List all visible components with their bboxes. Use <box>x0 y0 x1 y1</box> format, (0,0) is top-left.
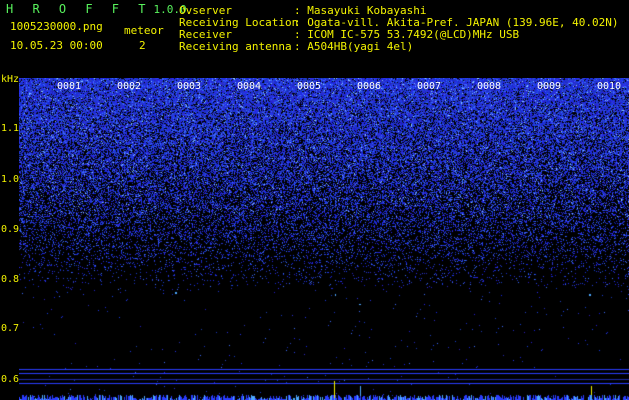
column-label: 0003 <box>177 81 202 92</box>
axis-tick: 1.0 <box>1 174 20 185</box>
meteor-label: meteor <box>124 24 164 37</box>
column-label: 0001 <box>57 81 82 92</box>
meteor-count: 2 <box>139 39 146 52</box>
file-name: 1005230000.png <box>10 20 103 33</box>
column-label: 0002 <box>117 81 142 92</box>
axis-unit: kHz <box>1 74 20 85</box>
label-antenna: Receiving antenna <box>179 40 292 53</box>
axis-tick: 0.9 <box>1 224 20 235</box>
column-label: 0008 <box>477 81 502 92</box>
app-name: H R O F F T <box>6 2 152 16</box>
axis-tick: 0.7 <box>1 323 20 334</box>
column-label: 0004 <box>237 81 262 92</box>
axis-tick: 0.6 <box>1 374 20 385</box>
column-label: 0006 <box>357 81 382 92</box>
column-label: 0009 <box>537 81 562 92</box>
capture-datetime: 10.05.23 00:00 <box>10 39 103 52</box>
column-label: 0007 <box>417 81 442 92</box>
axis-tick: 0.8 <box>1 274 20 285</box>
app-logo: H R O F F T 1.0.0 <box>6 3 187 16</box>
value-antenna: : A504HB(yagi 4el) <box>294 40 414 53</box>
spectrogram-waterfall <box>19 78 629 400</box>
column-label: 0005 <box>297 81 322 92</box>
axis-tick: 1.1 <box>1 123 20 134</box>
column-label: 0010 <box>597 81 622 92</box>
